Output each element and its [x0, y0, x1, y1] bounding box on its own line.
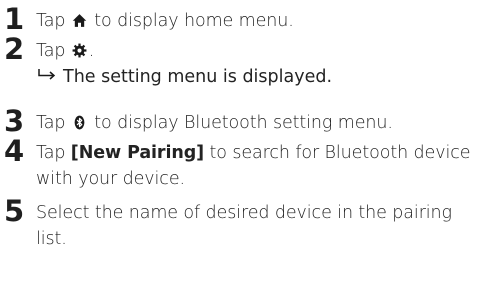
result-arrow-icon: [37, 69, 57, 81]
step-text: Tap to display home menu.: [36, 8, 481, 34]
step-text-before: Tap: [36, 113, 71, 133]
step-number: 4: [4, 134, 25, 168]
step-number: 3: [4, 104, 25, 138]
gear-icon: [72, 43, 87, 58]
step-text-before: Tap: [36, 11, 71, 31]
step-text-after: to display home menu.: [88, 11, 294, 31]
home-icon: [72, 13, 87, 28]
step-number: 5: [4, 194, 25, 228]
step-text-after: .: [88, 41, 95, 61]
step-text-before: Tap: [36, 41, 71, 61]
step-text-after: to display Bluetooth setting menu.: [88, 113, 393, 133]
step-text: Tap to display Bluetooth setting menu.: [36, 110, 481, 136]
result-text: The setting menu is displayed.: [63, 67, 333, 87]
step-text: Tap .: [36, 38, 481, 64]
step-number: 2: [4, 32, 25, 66]
step-text: Select the name of desired device in the…: [36, 203, 452, 249]
bluetooth-icon: [72, 115, 87, 130]
step-text-before: Tap: [36, 143, 71, 163]
step-result: The setting menu is displayed.: [37, 64, 332, 90]
step-text: Tap [New Pairing] to search for Bluetoot…: [36, 140, 481, 192]
step-number: 1: [4, 2, 25, 36]
new-pairing-option: [New Pairing]: [70, 143, 205, 163]
